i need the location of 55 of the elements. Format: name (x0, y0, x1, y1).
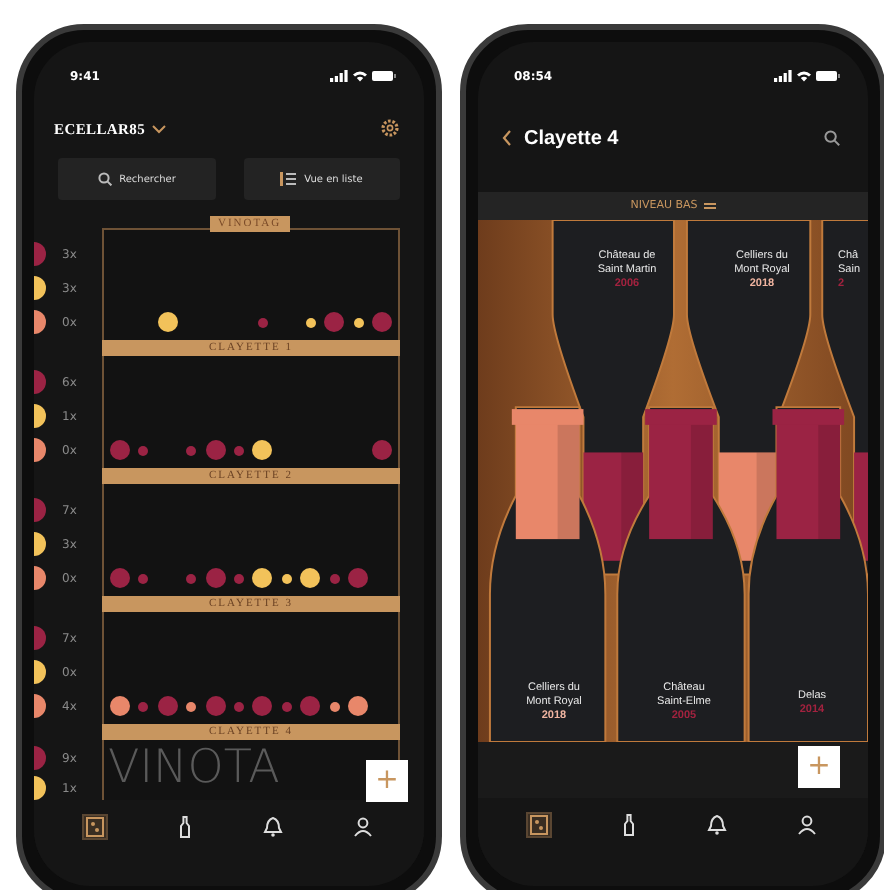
search-icon[interactable] (824, 130, 840, 146)
profile-icon[interactable] (352, 815, 375, 837)
bottle-dot[interactable] (324, 312, 345, 332)
screen-title: Clayette 4 (524, 127, 619, 149)
bottle-dot[interactable] (329, 573, 340, 583)
bottle-dot[interactable] (186, 573, 197, 583)
bottle-dot[interactable] (157, 696, 178, 716)
cellar-icon[interactable] (527, 813, 550, 835)
settings-icon[interactable] (380, 118, 400, 138)
bell-icon[interactable] (706, 813, 729, 835)
background-logo: VINOTA (108, 740, 280, 796)
bottle-dot[interactable] (300, 568, 321, 588)
bottle-dot[interactable] (348, 568, 369, 588)
signal-icon (330, 70, 348, 82)
bottle-dot[interactable] (157, 312, 178, 332)
bottle-dot[interactable] (252, 696, 273, 716)
bottle-dot[interactable] (205, 440, 226, 460)
bottle-dot[interactable] (252, 568, 273, 588)
bottle-dot[interactable] (372, 312, 393, 332)
bottle-dot[interactable] (234, 573, 245, 583)
list-icon (280, 172, 297, 186)
sort-icon (703, 202, 716, 210)
bottle-dot[interactable] (234, 445, 245, 455)
back-icon[interactable] (502, 130, 512, 146)
wifi-icon (796, 70, 812, 82)
search-icon (97, 172, 112, 186)
bottle-dot[interactable] (234, 701, 245, 711)
bottle-dot[interactable] (353, 317, 364, 327)
bottle-dot[interactable] (109, 440, 130, 460)
bottle-dot[interactable] (305, 317, 316, 327)
battery-icon (372, 70, 396, 82)
bottle-dot[interactable] (252, 440, 273, 460)
bottle-dot[interactable] (348, 696, 369, 716)
chevron-down-icon[interactable] (151, 123, 166, 133)
bell-icon[interactable] (262, 815, 285, 837)
bottle-dot[interactable] (138, 573, 149, 583)
bottle-dot[interactable] (329, 701, 340, 711)
bottle-dot[interactable] (205, 568, 226, 588)
bottle-dot[interactable] (281, 573, 292, 583)
cellar-icon[interactable] (83, 815, 106, 837)
bottle-dot[interactable] (109, 568, 130, 588)
bottle-dot[interactable] (281, 701, 292, 711)
bottle-dot[interactable] (138, 701, 149, 711)
bottle-dot[interactable] (300, 696, 321, 716)
wifi-icon (352, 70, 368, 82)
bottle-dot[interactable] (205, 696, 226, 716)
bottle-dot[interactable] (257, 317, 268, 327)
bottle-dot[interactable] (372, 440, 393, 460)
profile-icon[interactable] (796, 813, 819, 835)
battery-icon (816, 70, 840, 82)
bottle-dot[interactable] (109, 696, 130, 716)
bottle-dot[interactable] (186, 701, 197, 711)
bottle-dot[interactable] (138, 445, 149, 455)
signal-icon (774, 70, 792, 82)
bottle-dot[interactable] (186, 445, 197, 455)
